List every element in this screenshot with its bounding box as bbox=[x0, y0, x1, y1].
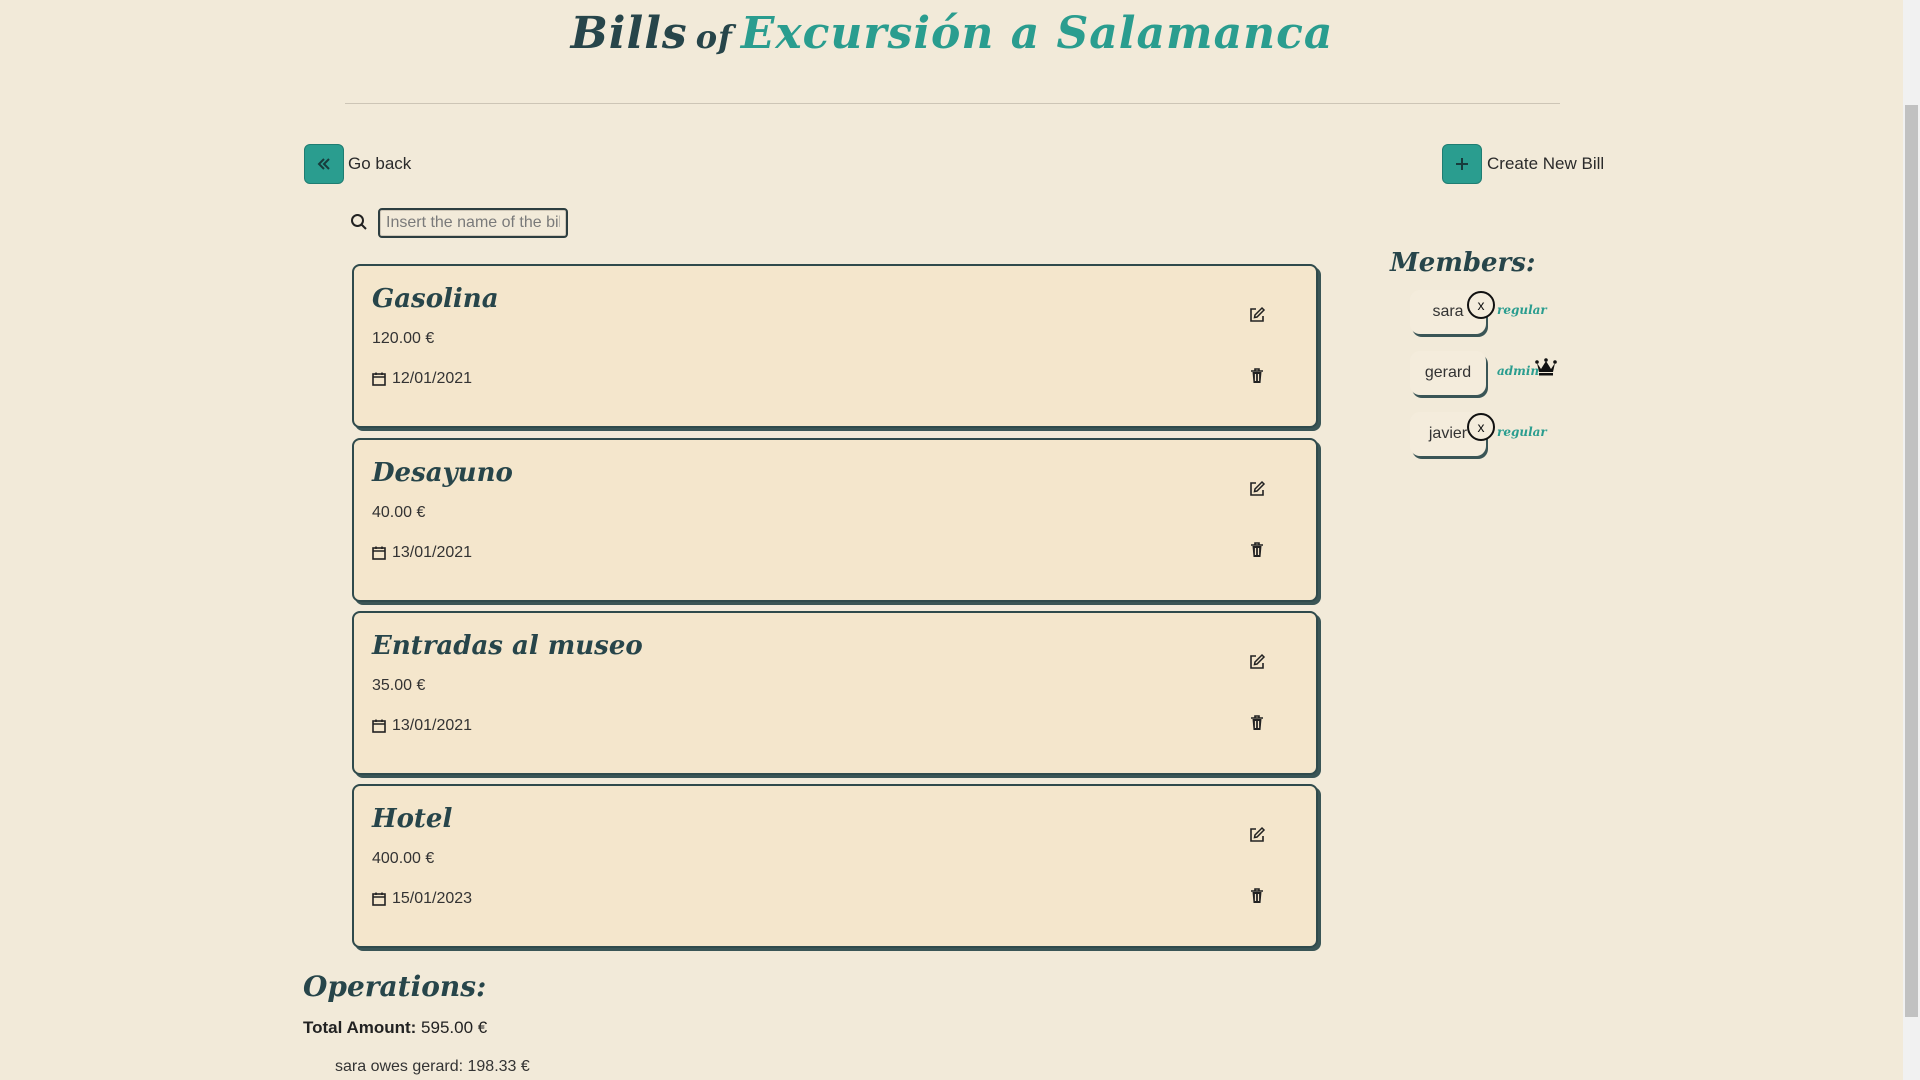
trash-icon[interactable] bbox=[1248, 714, 1266, 732]
edit-icon[interactable] bbox=[1248, 306, 1266, 324]
bill-name: Gasolina bbox=[372, 284, 499, 314]
calendar-icon bbox=[372, 546, 386, 560]
remove-member-button[interactable]: x bbox=[1467, 291, 1495, 319]
bill-name: Hotel bbox=[372, 804, 453, 834]
go-back-button[interactable] bbox=[304, 144, 344, 184]
bill-date: 13/01/2021 bbox=[372, 544, 472, 562]
scrollbar-track[interactable] bbox=[1903, 0, 1920, 1080]
edit-icon[interactable] bbox=[1248, 480, 1266, 498]
trash-icon[interactable] bbox=[1248, 367, 1266, 385]
calendar-icon bbox=[372, 719, 386, 733]
member-name: gerard bbox=[1424, 364, 1472, 381]
operations-title: Operations: bbox=[303, 970, 487, 1003]
bill-card: Entradas al museo 35.00 € 13/01/2021 bbox=[352, 611, 1318, 775]
bill-card: Desayuno 40.00 € 13/01/2021 bbox=[352, 438, 1318, 602]
calendar-icon bbox=[372, 892, 386, 906]
trash-icon[interactable] bbox=[1248, 541, 1266, 559]
go-back-label[interactable]: Go back bbox=[348, 154, 411, 174]
member-role: regular bbox=[1497, 303, 1547, 317]
group-name: Excursión a Salamanca bbox=[740, 8, 1334, 59]
debt-item: sara owes gerard: 198.33 € bbox=[335, 1058, 530, 1075]
member-name: javier bbox=[1428, 425, 1468, 442]
title-word: Bills bbox=[570, 8, 688, 59]
bill-card: Gasolina 120.00 € 12/01/2021 bbox=[352, 264, 1318, 428]
title-of: of bbox=[695, 18, 733, 56]
trash-icon[interactable] bbox=[1248, 887, 1266, 905]
bill-date: 12/01/2021 bbox=[372, 370, 472, 388]
edit-icon[interactable] bbox=[1248, 826, 1266, 844]
create-bill-label[interactable]: Create New Bill bbox=[1487, 154, 1604, 174]
bill-date: 13/01/2021 bbox=[372, 717, 472, 735]
search-icon bbox=[351, 214, 367, 230]
edit-icon[interactable] bbox=[1248, 653, 1266, 671]
bill-amount: 400.00 € bbox=[372, 850, 435, 867]
plus-icon bbox=[1456, 158, 1468, 170]
total-label: Total Amount: bbox=[303, 1018, 417, 1037]
bill-name: Entradas al museo bbox=[372, 631, 643, 661]
scrollbar-thumb[interactable] bbox=[1905, 105, 1918, 1017]
member-role: admin bbox=[1497, 364, 1540, 378]
bill-card: Hotel 400.00 € 15/01/2023 bbox=[352, 784, 1318, 948]
bill-amount: 40.00 € bbox=[372, 504, 426, 521]
bill-date: 15/01/2023 bbox=[372, 890, 472, 908]
member-pill: gerard bbox=[1410, 351, 1486, 395]
crown-icon bbox=[1535, 358, 1557, 376]
bill-amount: 35.00 € bbox=[372, 677, 426, 694]
total-amount: Total Amount: 595.00 € bbox=[303, 1018, 487, 1038]
create-bill-button[interactable] bbox=[1442, 144, 1482, 184]
bill-name: Desayuno bbox=[372, 458, 513, 488]
total-value: 595.00 € bbox=[421, 1018, 488, 1037]
header-divider bbox=[345, 103, 1560, 104]
bill-amount: 120.00 € bbox=[372, 330, 435, 347]
members-title: Members: bbox=[1390, 248, 1536, 278]
calendar-icon bbox=[372, 372, 386, 386]
page-title: Bills of Excursión a Salamanca bbox=[0, 8, 1904, 59]
member-role: regular bbox=[1497, 425, 1547, 439]
remove-member-button[interactable]: x bbox=[1467, 413, 1495, 441]
search-input[interactable] bbox=[378, 208, 568, 238]
double-chevron-left-icon bbox=[317, 158, 330, 170]
member-name: sara bbox=[1432, 303, 1464, 320]
